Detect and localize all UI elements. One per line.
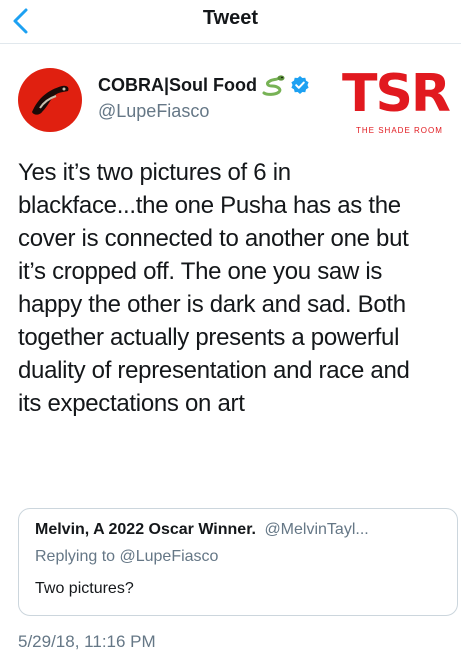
watermark-subtitle: THE SHADE ROOM (356, 126, 443, 135)
author-name[interactable]: COBRA|Soul Food (98, 75, 257, 96)
tweet-line: Yes it’s two pictures of 6 in (18, 159, 291, 186)
quoted-author-name: Melvin, A 2022 Oscar Winner. (35, 521, 256, 538)
tweet-text: Yes it’s two pictures of 6 in blackface.… (18, 156, 458, 420)
quoted-author-handle: @MelvinTayl... (264, 521, 369, 538)
author-handle[interactable]: @LupeFiasco (98, 101, 310, 122)
tweet-line: duality of representation and race and (18, 357, 410, 384)
quoted-tweet-text: Two pictures? (35, 580, 134, 597)
quoted-tweet-header: Melvin, A 2022 Oscar Winner. @MelvinTayl… (35, 521, 445, 539)
tweet-line: its expectations on art (18, 390, 245, 417)
tweet-line: cover is connected to another one but (18, 225, 409, 252)
top-navigation-bar: Tweet (0, 0, 461, 44)
tweet-line: it’s cropped off. The one you saw is (18, 258, 383, 285)
watermark-letters: TSR (342, 64, 451, 124)
snake-icon (261, 74, 287, 96)
shade-room-watermark: TSR THE SHADE ROOM (342, 66, 460, 144)
tweet-line: happy the other is dark and sad. Both (18, 291, 406, 318)
tweet-timestamp: 5/29/18, 11:16 PM (18, 632, 156, 651)
quoted-tweet-card[interactable]: Melvin, A 2022 Oscar Winner. @MelvinTayl… (18, 508, 458, 616)
avatar[interactable] (18, 68, 82, 132)
tweet-author[interactable]: COBRA|Soul Food @LupeFiasco (98, 73, 310, 122)
page-title: Tweet (202, 7, 259, 29)
tweet-line: together actually presents a powerful (18, 324, 400, 351)
verified-badge-icon (290, 75, 310, 95)
tweet-line: blackface...the one Pusha has as the (18, 192, 401, 219)
quoted-reply-context: Replying to @LupeFiasco (35, 548, 219, 565)
cobra-logo-icon (32, 85, 69, 115)
